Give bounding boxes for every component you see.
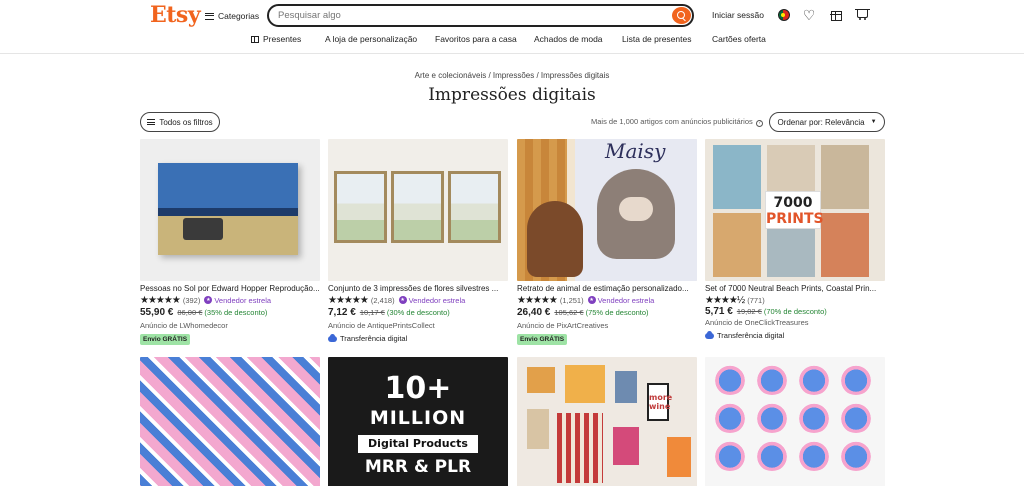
rating-count: (1,251) xyxy=(559,295,584,305)
product-image[interactable]: more wine xyxy=(517,357,697,486)
nav-item-home-favorites[interactable]: Favoritos para a casa xyxy=(435,34,517,44)
digital-download-badge: Transferência digital xyxy=(328,333,407,343)
price: 26,40 € xyxy=(517,307,551,318)
star-rating-icon: ★★★★½ xyxy=(705,294,745,306)
star-rating-icon: ★★★★★ xyxy=(517,294,558,306)
nav-item-gifts[interactable]: Presentes xyxy=(251,34,301,44)
rating: ★★★★★ (1,251) ★ Vendedor estrela xyxy=(517,294,655,306)
product-image[interactable]: Maisy xyxy=(517,139,697,281)
cloud-download-icon xyxy=(705,330,714,339)
seller-name: Anúncio de AntiquePrintsCollect xyxy=(328,321,435,330)
discount: (70% de desconto) xyxy=(763,307,827,316)
cart-icon[interactable] xyxy=(854,8,870,22)
favorites-icon[interactable]: ♡ xyxy=(802,7,816,23)
site-header: Etsy Categorias Iniciar sessão ♡ Present… xyxy=(0,0,1024,54)
gift-icon[interactable] xyxy=(829,8,843,22)
seller-name: Anúncio de LWhomedecor xyxy=(140,321,228,330)
original-price: 19,02 € xyxy=(736,307,762,316)
signin-link[interactable]: Iniciar sessão xyxy=(712,10,764,20)
star-seller-badge: ★ Vendedor estrela xyxy=(204,295,272,305)
star-rating-icon: ★★★★★ xyxy=(140,294,181,306)
product-title[interactable]: Retrato de animal de estimação personali… xyxy=(517,284,697,293)
etsy-logo[interactable]: Etsy xyxy=(150,2,201,28)
category-nav: Presentes A loja de personalização Favor… xyxy=(0,34,1024,48)
search-button[interactable] xyxy=(672,7,691,24)
product-title[interactable]: Conjunto de 3 impressões de flores silve… xyxy=(328,284,508,293)
rating: ★★★★★ (392) ★ Vendedor estrela xyxy=(140,294,272,306)
rating-count: (392) xyxy=(182,295,201,305)
portugal-flag-icon xyxy=(778,9,790,21)
digital-download-badge: Transferência digital xyxy=(705,330,784,340)
page-title: Impressões digitais xyxy=(428,85,596,105)
star-seller-badge: ★ Vendedor estrela xyxy=(398,295,466,305)
sort-dropdown[interactable]: Ordenar por: Relevância ▼ xyxy=(769,112,885,132)
results-count: Mais de 1,000 artigos com anúncios publi… xyxy=(591,117,763,127)
star-rating-icon: ★★★★★ xyxy=(328,294,369,306)
rating-count: (2,418) xyxy=(370,295,395,305)
seller-name: Anúncio de PixArtCreatives xyxy=(517,321,609,330)
breadcrumb[interactable]: Arte e colecionáveis / Impressões / Impr… xyxy=(0,71,1024,80)
seller-name: Anúncio de OneClickTreasures xyxy=(705,318,809,327)
search-icon xyxy=(676,10,685,19)
product-image[interactable] xyxy=(705,357,885,486)
star-seller-badge: ★ Vendedor estrela xyxy=(587,295,655,305)
search-input[interactable] xyxy=(278,9,658,22)
menu-icon xyxy=(205,12,214,20)
price: 55,90 € xyxy=(140,307,174,318)
product-image[interactable] xyxy=(140,357,320,486)
product-title[interactable]: Set of 7000 Neutral Beach Prints, Coasta… xyxy=(705,284,885,293)
search-bar xyxy=(267,4,694,27)
original-price: 105,62 € xyxy=(554,308,584,317)
caret-down-icon: ▼ xyxy=(870,119,877,125)
rating: ★★★★★ (2,418) ★ Vendedor estrela xyxy=(328,294,466,306)
star-seller-icon: ★ xyxy=(204,296,213,304)
image-overlay-text: 7000 PRINTS xyxy=(765,191,824,229)
price-row: 55,90 € 86,00 € (35% de desconto) xyxy=(140,307,267,318)
free-shipping-badge: Envio GRÁTIS xyxy=(140,334,191,345)
price: 5,71 € xyxy=(705,306,733,317)
price-row: 26,40 € 105,62 € (75% de desconto) xyxy=(517,307,649,318)
product-image[interactable] xyxy=(140,139,320,281)
region-button[interactable] xyxy=(777,8,791,22)
price: 7,12 € xyxy=(328,307,356,318)
product-image[interactable]: 10+ MILLION Digital Products MRR & PLR xyxy=(328,357,508,486)
product-title[interactable]: Pessoas no Sol por Edward Hopper Reprodu… xyxy=(140,284,320,293)
original-price: 10,17 € xyxy=(359,308,385,317)
nav-item-gift-registry[interactable]: Lista de presentes xyxy=(622,34,691,44)
rating-count: (771) xyxy=(747,295,765,305)
info-icon[interactable]: ? xyxy=(755,120,763,127)
poster-text: Maisy xyxy=(605,139,666,163)
discount: (30% de desconto) xyxy=(386,308,450,317)
filter-icon xyxy=(147,119,156,125)
all-filters-button[interactable]: Todos os filtros xyxy=(140,112,220,132)
categories-button[interactable]: Categorias xyxy=(205,8,259,24)
gift-icon xyxy=(251,36,259,43)
nav-item-fashion[interactable]: Achados de moda xyxy=(534,34,603,44)
original-price: 86,00 € xyxy=(177,308,203,317)
nav-item-personalization[interactable]: A loja de personalização xyxy=(325,34,417,44)
discount: (35% de desconto) xyxy=(204,308,268,317)
price-row: 7,12 € 10,17 € (30% de desconto) xyxy=(328,307,450,318)
product-image[interactable] xyxy=(328,139,508,281)
rating: ★★★★½ (771) xyxy=(705,294,765,306)
free-shipping-badge: Envio GRÁTIS xyxy=(517,334,568,345)
nav-item-gift-cards[interactable]: Cartões oferta xyxy=(712,34,766,44)
star-seller-icon: ★ xyxy=(587,296,596,304)
categories-label: Categorias xyxy=(218,11,260,21)
cloud-download-icon xyxy=(328,333,337,342)
star-seller-icon: ★ xyxy=(398,296,407,304)
product-image[interactable]: 7000 PRINTS xyxy=(705,139,885,281)
discount: (75% de desconto) xyxy=(585,308,649,317)
price-row: 5,71 € 19,02 € (70% de desconto) xyxy=(705,306,827,317)
